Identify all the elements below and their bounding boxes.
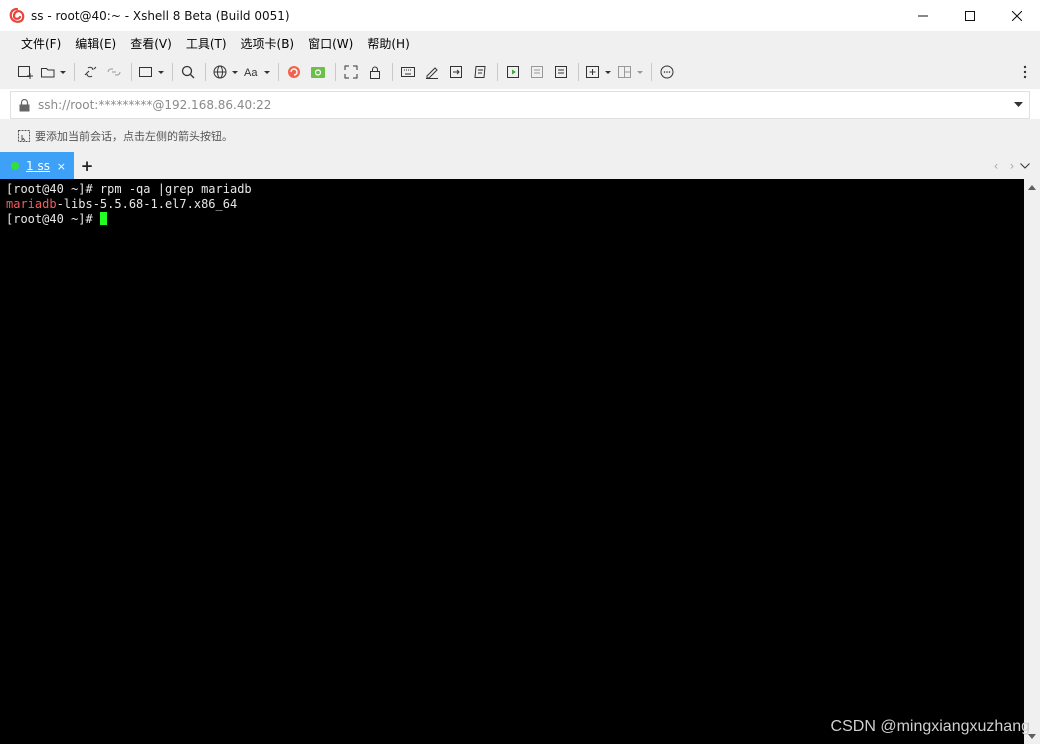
watermark: CSDN @mingxiangxuzhang bbox=[830, 718, 1030, 735]
close-button[interactable] bbox=[993, 0, 1040, 31]
more-options-icon[interactable] bbox=[1014, 61, 1036, 83]
scroll-up-icon[interactable] bbox=[1024, 179, 1040, 195]
toolbar-separator bbox=[335, 63, 336, 81]
add-tab-icon[interactable] bbox=[583, 61, 613, 83]
tab-label: 1 ss bbox=[26, 159, 50, 173]
chat-icon[interactable] bbox=[656, 61, 678, 83]
reconnect-icon[interactable] bbox=[79, 61, 101, 83]
tab-close-icon[interactable]: × bbox=[57, 160, 66, 173]
toolbar-separator bbox=[205, 63, 206, 81]
svg-text:Aa: Aa bbox=[244, 67, 258, 79]
document-icon[interactable] bbox=[550, 61, 572, 83]
toolbar-separator bbox=[131, 63, 132, 81]
menu-bar: 文件(F) 编辑(E) 查看(V) 工具(T) 选项卡(B) 窗口(W) 帮助(… bbox=[0, 31, 1040, 56]
keyboard-icon[interactable] bbox=[397, 61, 419, 83]
disconnect-icon[interactable] bbox=[103, 61, 125, 83]
grep-match: mariadb bbox=[6, 197, 57, 211]
hint-text: 要添加当前会话，点击左侧的箭头按钮。 bbox=[35, 129, 233, 143]
open-folder-button[interactable] bbox=[38, 61, 68, 83]
maximize-button[interactable] bbox=[946, 0, 993, 31]
connected-status-icon bbox=[11, 162, 19, 170]
menu-window[interactable]: 窗口(W) bbox=[301, 35, 360, 52]
chevron-down-icon[interactable] bbox=[1014, 102, 1023, 108]
toolbar-separator bbox=[278, 63, 279, 81]
globe-icon[interactable] bbox=[210, 61, 240, 83]
toolbar-separator bbox=[74, 63, 75, 81]
terminal-line: [root@40 ~]# rpm -qa |grep mariadb bbox=[6, 182, 252, 196]
log-icon[interactable] bbox=[526, 61, 548, 83]
terminal[interactable]: [root@40 ~]# rpm -qa |grep mariadb maria… bbox=[0, 179, 1024, 744]
minimize-button[interactable] bbox=[899, 0, 946, 31]
run-icon[interactable] bbox=[502, 61, 524, 83]
tab-prev-icon[interactable]: ‹ bbox=[988, 159, 1004, 173]
new-session-button[interactable] bbox=[14, 61, 36, 83]
menu-view[interactable]: 查看(V) bbox=[123, 35, 179, 52]
hint-bar: 要添加当前会话，点击左侧的箭头按钮。 bbox=[0, 119, 1040, 152]
terminal-cursor bbox=[99, 212, 107, 225]
terminal-line: mariadb-libs-5.5.68-1.el7.x86_64 bbox=[6, 197, 238, 211]
add-tab-button[interactable]: + bbox=[80, 157, 94, 175]
toolbar-separator bbox=[578, 63, 579, 81]
toolbar: Aa bbox=[0, 56, 1040, 89]
script-icon[interactable] bbox=[469, 61, 491, 83]
lock-icon[interactable] bbox=[364, 61, 386, 83]
toolbar-separator bbox=[651, 63, 652, 81]
xshell-icon[interactable] bbox=[283, 61, 305, 83]
font-icon[interactable]: Aa bbox=[242, 61, 272, 83]
menu-tabs[interactable]: 选项卡(B) bbox=[234, 35, 302, 52]
menu-edit[interactable]: 编辑(E) bbox=[68, 35, 123, 52]
tab-list-icon[interactable] bbox=[1020, 163, 1036, 169]
terminal-line: [root@40 ~]# bbox=[6, 212, 1024, 227]
fullscreen-icon[interactable] bbox=[340, 61, 362, 83]
menu-help[interactable]: 帮助(H) bbox=[360, 35, 416, 52]
compose-icon[interactable] bbox=[421, 61, 443, 83]
tab-bar: 1 ss × + ‹ › bbox=[0, 152, 1040, 181]
menu-file[interactable]: 文件(F) bbox=[14, 35, 68, 52]
address-bar[interactable]: ssh://root:*********@192.168.86.40:22 bbox=[10, 91, 1030, 119]
tab-next-icon[interactable]: › bbox=[1004, 159, 1020, 173]
session-screen-button[interactable] bbox=[136, 61, 166, 83]
window-title: ss - root@40:~ - Xshell 8 Beta (Build 00… bbox=[31, 8, 290, 23]
toolbar-separator bbox=[497, 63, 498, 81]
tab-ss[interactable]: 1 ss × bbox=[0, 152, 74, 180]
address-input[interactable]: ssh://root:*********@192.168.86.40:22 bbox=[38, 98, 271, 112]
transfer-icon[interactable] bbox=[445, 61, 467, 83]
lock-icon bbox=[19, 98, 30, 112]
terminal-scrollbar[interactable] bbox=[1024, 179, 1040, 744]
toolbar-separator bbox=[392, 63, 393, 81]
search-icon[interactable] bbox=[177, 61, 199, 83]
title-bar: ss - root@40:~ - Xshell 8 Beta (Build 00… bbox=[0, 0, 1040, 31]
xftp-icon[interactable] bbox=[307, 61, 329, 83]
layout-icon[interactable] bbox=[615, 61, 645, 83]
xshell-logo-icon bbox=[9, 7, 25, 24]
toolbar-separator bbox=[172, 63, 173, 81]
add-session-arrow-icon[interactable] bbox=[17, 129, 31, 143]
menu-tools[interactable]: 工具(T) bbox=[179, 35, 234, 52]
